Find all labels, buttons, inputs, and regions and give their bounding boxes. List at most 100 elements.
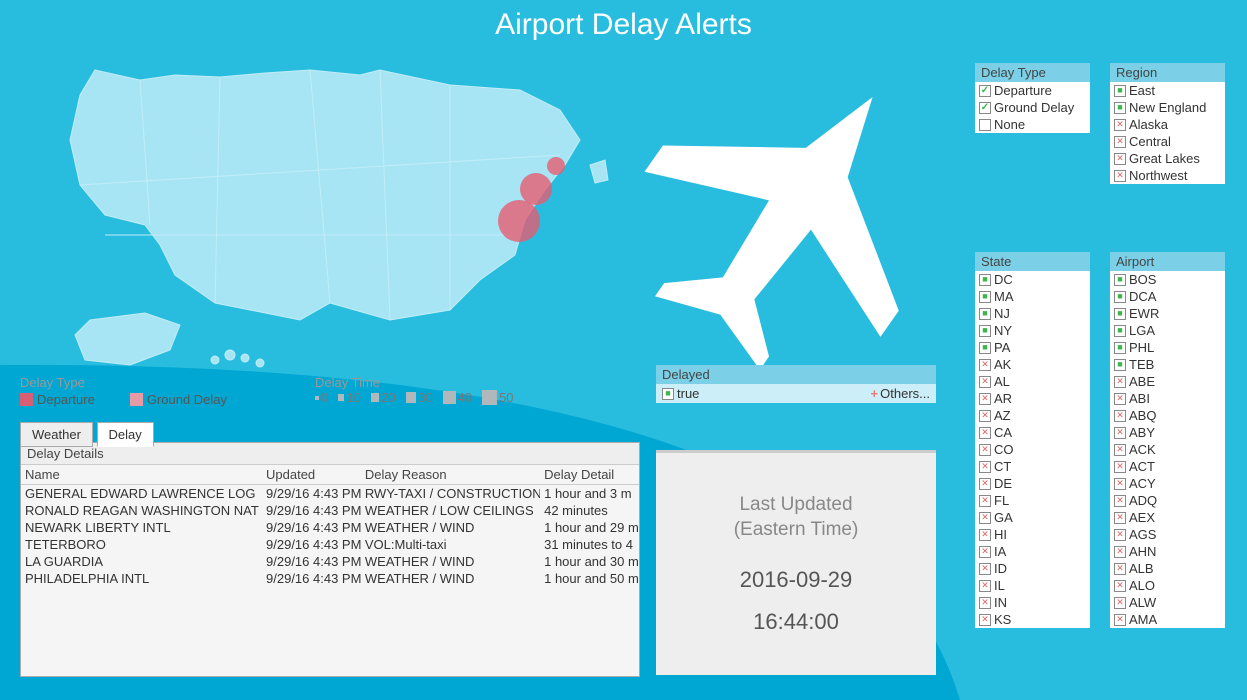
checkbox-icon[interactable] [1114,546,1126,558]
checkbox-icon[interactable] [1114,291,1126,303]
filter-item[interactable]: AL [975,373,1090,390]
checkbox-icon[interactable] [979,427,991,439]
checkbox-icon[interactable] [1114,597,1126,609]
filter-item[interactable]: GA [975,509,1090,526]
checkbox-icon[interactable] [979,274,991,286]
filter-item[interactable]: BOS [1110,271,1225,288]
filter-item[interactable]: ABI [1110,390,1225,407]
filter-item[interactable]: ACT [1110,458,1225,475]
filter-item[interactable]: ALW [1110,594,1225,611]
filter-item[interactable]: CA [975,424,1090,441]
checkbox-icon[interactable] [1114,153,1126,165]
delayed-filter[interactable]: Delayed true +Others... [656,365,936,403]
us-map[interactable] [20,55,640,395]
checkbox-icon[interactable] [1114,136,1126,148]
checkbox-icon[interactable] [1114,461,1126,473]
checkbox-icon[interactable] [1114,410,1126,422]
checkbox-icon[interactable] [1114,393,1126,405]
filter-item[interactable]: ALO [1110,577,1225,594]
checkbox-icon[interactable] [1114,512,1126,524]
checkbox-icon[interactable] [979,291,991,303]
filter-item[interactable]: IL [975,577,1090,594]
checkbox-icon[interactable] [1114,427,1126,439]
filter-item[interactable]: Northwest [1110,167,1225,184]
filter-item[interactable]: PA [975,339,1090,356]
filter-item[interactable]: CT [975,458,1090,475]
filter-item[interactable]: AK [975,356,1090,373]
checkbox-icon[interactable] [1114,529,1126,541]
checkbox-icon[interactable] [1114,563,1126,575]
checkbox-icon[interactable] [979,410,991,422]
checkbox-icon[interactable] [1114,614,1126,626]
checkbox-icon[interactable] [1114,325,1126,337]
checkbox-icon[interactable] [979,342,991,354]
filter-item[interactable]: FL [975,492,1090,509]
tab-delay[interactable]: Delay [97,422,154,447]
filter-item[interactable]: PHL [1110,339,1225,356]
checkbox-icon[interactable] [979,325,991,337]
filter-item[interactable]: Central [1110,133,1225,150]
column-header[interactable]: Delay Reason [361,465,540,485]
filter-item[interactable]: KS [975,611,1090,628]
filter-item[interactable]: CO [975,441,1090,458]
filter-state[interactable]: State DCMANJNYPAAKALARAZCACOCTDEFLGAHIIA… [975,252,1090,628]
filter-item[interactable]: MA [975,288,1090,305]
checkbox-icon[interactable] [979,512,991,524]
checkbox-icon[interactable] [979,580,991,592]
checkbox-icon[interactable] [1114,359,1126,371]
filter-item[interactable]: DCA [1110,288,1225,305]
filter-item[interactable]: AGS [1110,526,1225,543]
filter-item[interactable]: None [975,116,1090,133]
filter-item[interactable]: Ground Delay [975,99,1090,116]
filter-item[interactable]: LGA [1110,322,1225,339]
filter-item[interactable]: East [1110,82,1225,99]
filter-item[interactable]: NJ [975,305,1090,322]
checkbox-icon[interactable] [979,546,991,558]
filter-item[interactable]: IN [975,594,1090,611]
filter-item[interactable]: NY [975,322,1090,339]
filter-item[interactable]: ABE [1110,373,1225,390]
column-header[interactable]: Updated [262,465,361,485]
checkbox-icon[interactable] [1114,444,1126,456]
table-row[interactable]: LA GUARDIA9/29/16 4:43 PMWEATHER / WIND1… [21,553,639,570]
checkbox-icon[interactable] [1114,478,1126,490]
checkbox-icon[interactable] [979,444,991,456]
checkbox-icon[interactable] [979,461,991,473]
checkbox-icon[interactable] [1114,102,1126,114]
filter-item[interactable]: ID [975,560,1090,577]
filter-item[interactable]: AZ [975,407,1090,424]
filter-item[interactable]: DC [975,271,1090,288]
filter-item[interactable]: IA [975,543,1090,560]
checkbox-icon[interactable] [1114,119,1126,131]
checkbox-icon[interactable] [1114,308,1126,320]
checkbox-icon[interactable] [1114,495,1126,507]
table-row[interactable]: PHILADELPHIA INTL9/29/16 4:43 PMWEATHER … [21,570,639,587]
column-header[interactable]: Delay Detail [540,465,639,485]
checkbox-icon[interactable] [979,359,991,371]
checkbox-icon[interactable] [979,478,991,490]
table-row[interactable]: TETERBORO9/29/16 4:43 PMVOL:Multi-taxi31… [21,536,639,553]
filter-item[interactable]: Departure [975,82,1090,99]
filter-item[interactable]: ADQ [1110,492,1225,509]
checkbox-icon[interactable] [662,388,674,400]
table-row[interactable]: RONALD REAGAN WASHINGTON NAT9/29/16 4:43… [21,502,639,519]
filter-item[interactable]: TEB [1110,356,1225,373]
checkbox-icon[interactable] [979,614,991,626]
checkbox-icon[interactable] [979,308,991,320]
filter-item[interactable]: EWR [1110,305,1225,322]
checkbox-icon[interactable] [1114,170,1126,182]
checkbox-icon[interactable] [979,495,991,507]
filter-item[interactable]: AEX [1110,509,1225,526]
filter-item[interactable]: ABQ [1110,407,1225,424]
map-bubble[interactable] [547,157,565,175]
filter-item[interactable]: ABY [1110,424,1225,441]
filter-airport[interactable]: Airport BOSDCAEWRLGAPHLTEBABEABIABQABYAC… [1110,252,1225,628]
table-row[interactable]: GENERAL EDWARD LAWRENCE LOG9/29/16 4:43 … [21,485,639,503]
filter-item[interactable]: ACK [1110,441,1225,458]
others-link[interactable]: +Others... [871,386,930,401]
map-bubble[interactable] [520,173,552,205]
checkbox-icon[interactable] [979,85,991,97]
checkbox-icon[interactable] [1114,342,1126,354]
column-header[interactable]: Name [21,465,262,485]
checkbox-icon[interactable] [1114,85,1126,97]
